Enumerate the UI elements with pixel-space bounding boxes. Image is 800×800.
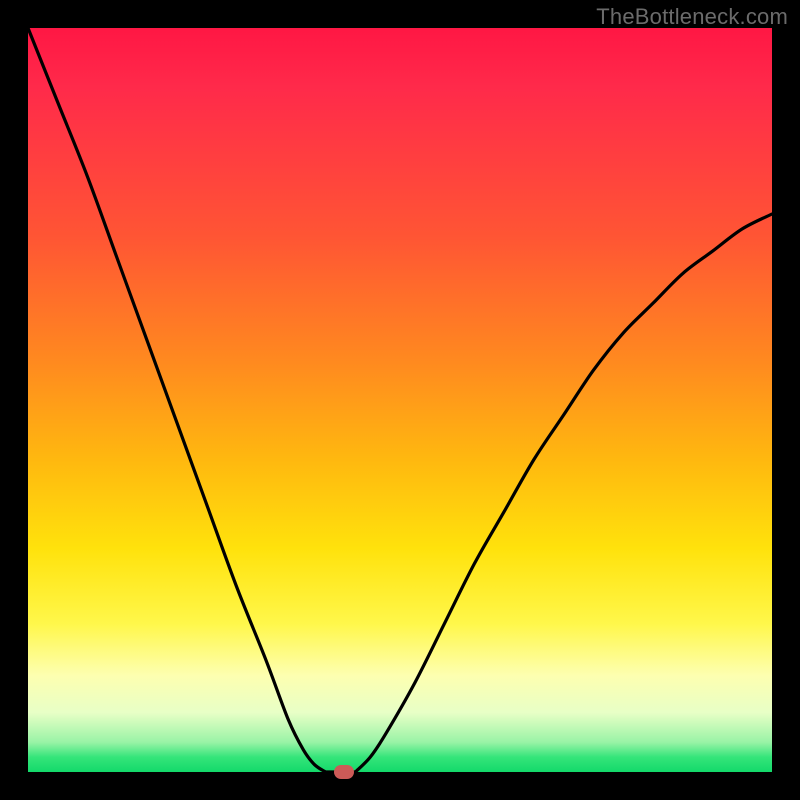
curve-path [28,28,772,773]
watermark-text: TheBottleneck.com [596,4,788,30]
plot-area [28,28,772,772]
chart-frame: TheBottleneck.com [0,0,800,800]
bottleneck-marker [334,765,354,779]
bottleneck-curve [28,28,772,772]
